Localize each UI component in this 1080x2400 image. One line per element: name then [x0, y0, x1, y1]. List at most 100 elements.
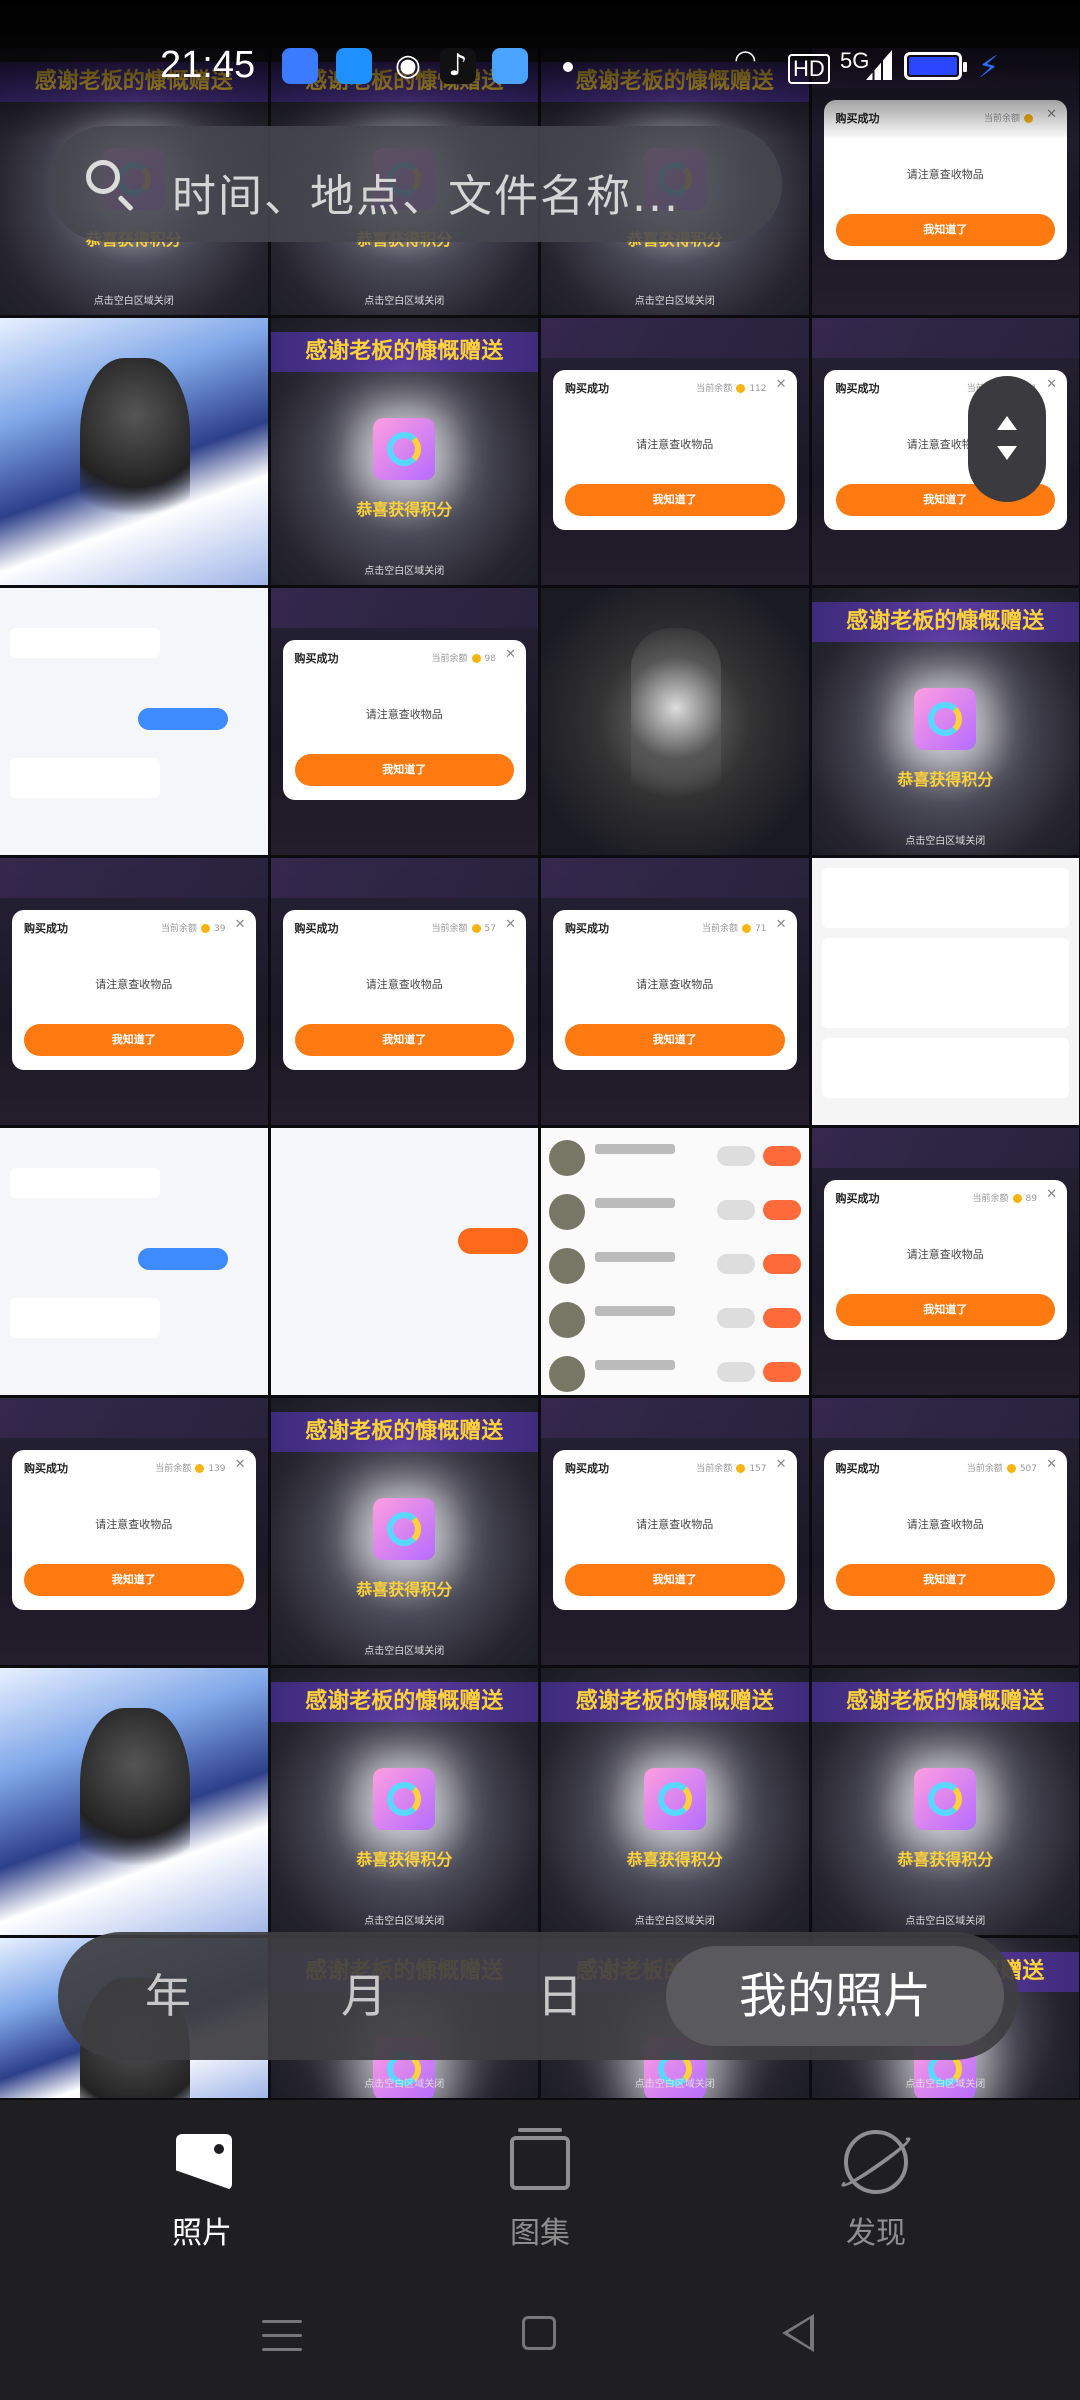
- photo-thumbnail[interactable]: [541, 1128, 809, 1395]
- photo-thumbnail[interactable]: 感谢老板的慷慨赠送恭喜获得积分点击空白区域关闭: [811, 1668, 1079, 1935]
- purchase-popup: 购买成功 当前余额 112 ✕ 请注意查收物品 我知道了: [553, 370, 797, 530]
- photo-thumbnail[interactable]: 购买成功 当前余额 39 ✕ 请注意查收物品 我知道了: [0, 858, 268, 1125]
- popup-message: 请注意查收物品: [906, 1248, 984, 1261]
- gift-footer: 点击空白区域关闭: [634, 296, 715, 307]
- photo-thumbnail[interactable]: 感谢老板的慷慨赠送恭喜获得积分点击空白区域关闭: [270, 318, 538, 585]
- nav-item-photos[interactable]: 照片: [102, 2120, 302, 2260]
- gift-reward: 恭喜获得积分: [626, 1850, 723, 1869]
- popup-button: 我知道了: [565, 484, 785, 516]
- list-row: [821, 1038, 1069, 1098]
- photo-thumbnail[interactable]: [0, 1128, 268, 1395]
- photo-thumbnail[interactable]: 购买成功 当前余额 98 ✕ 请注意查收物品 我知道了: [270, 588, 538, 855]
- nav-item-discover[interactable]: 发现: [776, 2120, 976, 2260]
- nav-item-albums[interactable]: 图集: [440, 2120, 640, 2260]
- gift-banner: 感谢老板的慷慨赠送: [270, 1412, 538, 1452]
- more-vert-icon[interactable]: [980, 152, 1000, 212]
- filter-icon[interactable]: [838, 148, 902, 214]
- popup-balance: 当前余额 39: [161, 924, 226, 934]
- photo-thumbnail[interactable]: 感谢老板的慷慨赠送恭喜获得积分点击空白区域关闭: [811, 588, 1079, 855]
- purchase-popup: 购买成功 当前余额 507 ✕ 请注意查收物品 我知道了: [823, 1450, 1067, 1610]
- photo-thumbnail[interactable]: 购买成功 当前余额 507 ✕ 请注意查收物品 我知道了: [811, 1398, 1079, 1665]
- gift-footer: 点击空白区域关闭: [905, 2079, 986, 2090]
- search-bar[interactable]: 时间、地点、文件名称...: [48, 126, 782, 242]
- chat-bubble: [10, 1298, 160, 1338]
- chat-bubble: [10, 758, 160, 798]
- photo-thumbnail[interactable]: 购买成功 当前余额 112 ✕ 请注意查收物品 我知道了: [541, 318, 809, 585]
- gift-icon: [373, 1498, 436, 1560]
- gift-banner: 感谢老板的慷慨赠送: [270, 332, 538, 372]
- hd-label: HD: [788, 54, 830, 84]
- view-option-day[interactable]: 日: [490, 1932, 630, 2060]
- gift-icon: [373, 1768, 436, 1830]
- friend-row: [549, 1298, 801, 1342]
- popup-message: 请注意查收物品: [636, 438, 714, 451]
- search-icon: [86, 160, 120, 194]
- popup-message: 请注意查收物品: [365, 708, 443, 721]
- photo-thumbnail[interactable]: [0, 318, 268, 585]
- back-icon[interactable]: [782, 2314, 814, 2352]
- close-icon: ✕: [505, 917, 516, 932]
- popup-title: 购买成功: [835, 382, 880, 395]
- gift-footer: 点击空白区域关闭: [905, 836, 986, 847]
- close-icon: ✕: [234, 917, 246, 932]
- popup-button: 我知道了: [565, 1564, 785, 1596]
- popup-button: 我知道了: [835, 1564, 1055, 1596]
- fast-scroll-handle[interactable]: [968, 376, 1046, 502]
- view-option-my-photos-label: 我的照片: [738, 1968, 931, 2024]
- popup-title: 购买成功: [835, 1462, 880, 1475]
- purchase-popup: 购买成功 当前余额 39 ✕ 请注意查收物品 我知道了: [12, 910, 256, 1070]
- popup-button: 我知道了: [835, 214, 1055, 246]
- menu-icon[interactable]: [262, 2320, 302, 2362]
- home-icon[interactable]: [522, 2316, 556, 2350]
- view-option-my-photos[interactable]: 我的照片: [666, 1946, 1004, 2046]
- gift-reward: 恭喜获得积分: [897, 770, 994, 789]
- photo-thumbnail[interactable]: 感谢老板的慷慨赠送恭喜获得积分点击空白区域关闭: [270, 1398, 538, 1665]
- photo-thumbnail[interactable]: 感谢老板的慷慨赠送恭喜获得积分点击空白区域关闭: [541, 1668, 809, 1935]
- gift-footer: 点击空白区域关闭: [634, 1916, 715, 1927]
- status-time: 21:45: [160, 44, 256, 86]
- popup-balance: 当前余额 71: [702, 924, 767, 934]
- close-icon: ✕: [505, 647, 516, 662]
- photo-thumbnail[interactable]: [0, 1668, 268, 1935]
- popup-message: 请注意查收物品: [636, 978, 714, 991]
- bottom-nav: 照片 图集 发现: [0, 2100, 1080, 2400]
- photo-thumbnail[interactable]: 购买成功 当前余额 157 ✕ 请注意查收物品 我知道了: [541, 1398, 809, 1665]
- friend-row: [549, 1244, 801, 1288]
- gift-banner: 感谢老板的慷慨赠送: [541, 1682, 809, 1722]
- gift-banner: 感谢老板的慷慨赠送: [811, 602, 1079, 642]
- arrow-up-icon: [997, 416, 1017, 430]
- photo-thumbnail[interactable]: [0, 588, 268, 855]
- nav-item-albums-label: 图集: [510, 2216, 570, 2251]
- photo-thumbnail[interactable]: [811, 858, 1079, 1125]
- photo-thumbnail[interactable]: 购买成功 当前余额 71 ✕ 请注意查收物品 我知道了: [541, 858, 809, 1125]
- close-icon: ✕: [1046, 1187, 1057, 1202]
- gift-reward: 恭喜获得积分: [356, 500, 453, 519]
- popup-button: 我知道了: [565, 1024, 785, 1056]
- photo-thumbnail[interactable]: 购买成功 当前余额 139 ✕ 请注意查收物品 我知道了: [0, 1398, 268, 1665]
- character-figure: [631, 628, 721, 828]
- photo-thumbnail[interactable]: 购买成功 当前余额 57 ✕ 请注意查收物品 我知道了: [270, 858, 538, 1125]
- popup-message: 请注意查收物品: [95, 978, 173, 991]
- popup-title: 购买成功: [294, 652, 339, 665]
- popup-button: 我知道了: [294, 1024, 514, 1056]
- gift-reward: 恭喜获得积分: [356, 1580, 453, 1599]
- photo-thumbnail[interactable]: [541, 588, 809, 855]
- popup-message: 请注意查收物品: [636, 1518, 714, 1531]
- character-figure: [80, 358, 190, 548]
- popup-button: 我知道了: [24, 1564, 244, 1596]
- signal-icon: [866, 50, 892, 80]
- photo-thumbnail[interactable]: 购买成功 当前余额 89 ✕ 请注意查收物品 我知道了: [811, 1128, 1079, 1395]
- weather-icon: [492, 48, 528, 84]
- view-option-month[interactable]: 月: [294, 1932, 434, 2060]
- close-icon: ✕: [775, 377, 787, 392]
- popup-balance: 当前余额 98: [431, 654, 496, 664]
- close-icon: ✕: [234, 1457, 246, 1472]
- view-option-year[interactable]: 年: [98, 1932, 238, 2060]
- gift-icon: [373, 418, 436, 480]
- popup-title: 购买成功: [24, 922, 68, 935]
- close-icon: ✕: [775, 917, 787, 932]
- popup-message: 请注意查收物品: [906, 1518, 984, 1531]
- photo-thumbnail[interactable]: [270, 1128, 538, 1395]
- photo-thumbnail[interactable]: 感谢老板的慷慨赠送恭喜获得积分点击空白区域关闭: [270, 1668, 538, 1935]
- arrow-down-icon: [997, 446, 1017, 460]
